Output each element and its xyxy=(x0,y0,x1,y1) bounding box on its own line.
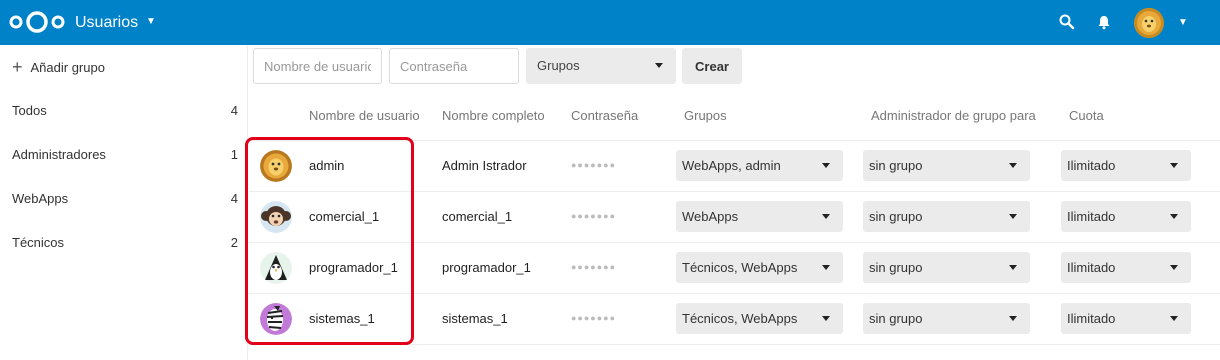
monkey-avatar-icon xyxy=(260,201,292,233)
chevron-down-icon xyxy=(1009,163,1017,168)
user-avatar xyxy=(260,303,292,335)
chevron-down-icon xyxy=(1009,214,1017,219)
sidebar-item-tecnicos[interactable]: Técnicos 2 xyxy=(0,221,248,265)
column-header-password: Contraseña xyxy=(571,108,639,123)
sidebar-item-todos[interactable]: Todos 4 xyxy=(0,89,248,133)
lion-avatar-icon xyxy=(1134,8,1164,38)
chevron-down-icon xyxy=(1170,214,1178,219)
password-cell[interactable]: ●●●●●●● xyxy=(571,313,616,323)
username-cell[interactable]: sistemas_1 xyxy=(309,311,375,326)
password-cell[interactable]: ●●●●●●● xyxy=(571,262,616,272)
groups-dropdown[interactable]: Técnicos, WebApps xyxy=(676,252,843,283)
penguin-avatar-icon xyxy=(260,252,292,284)
password-cell[interactable]: ●●●●●●● xyxy=(571,160,616,170)
group-admin-value: sin grupo xyxy=(869,158,923,173)
groups-value: Técnicos, WebApps xyxy=(682,311,798,326)
user-avatar xyxy=(260,150,292,182)
column-header-username[interactable]: Nombre de usuario xyxy=(309,108,420,123)
group-admin-value: sin grupo xyxy=(869,209,923,224)
chevron-down-icon xyxy=(822,265,830,270)
username-cell[interactable]: admin xyxy=(309,158,344,173)
quota-value: Ilimitado xyxy=(1067,158,1116,173)
sidebar-item-count: 4 xyxy=(230,191,238,206)
user-avatar[interactable] xyxy=(1134,8,1164,38)
quota-value: Ilimitado xyxy=(1067,260,1116,275)
chevron-down-icon xyxy=(1009,265,1017,270)
quota-value: Ilimitado xyxy=(1067,209,1116,224)
groups-value: WebApps xyxy=(682,209,739,224)
chevron-down-icon xyxy=(655,63,663,68)
nextcloud-logo-icon[interactable] xyxy=(8,11,66,33)
sidebar-item-administradores[interactable]: Administradores 1 xyxy=(0,133,248,177)
new-password-input[interactable] xyxy=(389,48,519,84)
table-row: comercial_1 comercial_1 ●●●●●●● WebApps … xyxy=(249,192,1220,243)
groups-sidebar: + Añadir grupo Todos 4 Administradores 1… xyxy=(0,45,248,360)
username-cell[interactable]: programador_1 xyxy=(309,260,398,275)
top-bar: Usuarios ▼ ▼ xyxy=(0,0,1220,45)
groups-dropdown[interactable]: WebApps, admin xyxy=(676,150,843,181)
sidebar-item-label: Administradores xyxy=(12,147,106,162)
chevron-down-icon xyxy=(822,214,830,219)
quota-dropdown[interactable]: Ilimitado xyxy=(1061,303,1191,334)
sidebar-item-label: Técnicos xyxy=(12,235,65,250)
fullname-cell[interactable]: programador_1 xyxy=(442,260,531,275)
quota-dropdown[interactable]: Ilimitado xyxy=(1061,150,1191,181)
plus-icon: + xyxy=(12,57,23,77)
table-row: sistemas_1 sistemas_1 ●●●●●●● Técnicos, … xyxy=(249,294,1220,345)
group-admin-value: sin grupo xyxy=(869,311,923,326)
zebra-avatar-icon xyxy=(260,303,292,335)
group-admin-dropdown[interactable]: sin grupo xyxy=(863,252,1030,283)
sidebar-item-webapps[interactable]: WebApps 4 xyxy=(0,177,248,221)
new-username-input[interactable] xyxy=(253,48,382,84)
sidebar-item-count: 1 xyxy=(230,147,238,162)
chevron-down-icon xyxy=(1170,316,1178,321)
sidebar-item-label: WebApps xyxy=(12,191,69,206)
password-cell[interactable]: ●●●●●●● xyxy=(571,211,616,221)
fullname-cell[interactable]: sistemas_1 xyxy=(442,311,508,326)
search-icon[interactable] xyxy=(1058,13,1076,31)
username-cell[interactable]: comercial_1 xyxy=(309,209,379,224)
groups-dropdown[interactable]: Técnicos, WebApps xyxy=(676,303,843,334)
fullname-cell[interactable]: comercial_1 xyxy=(442,209,512,224)
user-avatar xyxy=(260,252,292,284)
sidebar-item-label: Todos xyxy=(12,103,47,118)
lion-avatar-icon xyxy=(260,150,292,182)
new-user-groups-select[interactable]: Grupos xyxy=(526,48,676,84)
fullname-cell[interactable]: Admin Istrador xyxy=(442,158,527,173)
quota-dropdown[interactable]: Ilimitado xyxy=(1061,252,1191,283)
column-header-group-admin: Administrador de grupo para xyxy=(871,108,1036,123)
create-user-button[interactable]: Crear xyxy=(682,48,742,84)
table-row: programador_1 programador_1 ●●●●●●● Técn… xyxy=(249,243,1220,294)
chevron-down-icon xyxy=(1009,316,1017,321)
sidebar-item-count: 2 xyxy=(230,235,238,250)
groups-dropdown[interactable]: WebApps xyxy=(676,201,843,232)
chevron-down-icon xyxy=(822,163,830,168)
user-avatar xyxy=(260,201,292,233)
quota-dropdown[interactable]: Ilimitado xyxy=(1061,201,1191,232)
group-admin-value: sin grupo xyxy=(869,260,923,275)
column-header-quota: Cuota xyxy=(1069,108,1104,123)
table-row: admin Admin Istrador ●●●●●●● WebApps, ad… xyxy=(249,141,1220,192)
column-header-fullname[interactable]: Nombre completo xyxy=(442,108,545,123)
groups-value: Técnicos, WebApps xyxy=(682,260,798,275)
chevron-down-icon xyxy=(822,316,830,321)
notifications-bell-icon[interactable] xyxy=(1095,13,1113,31)
group-admin-dropdown[interactable]: sin grupo xyxy=(863,150,1030,181)
sidebar-item-count: 4 xyxy=(230,103,238,118)
group-admin-dropdown[interactable]: sin grupo xyxy=(863,303,1030,334)
chevron-down-icon xyxy=(1170,163,1178,168)
group-admin-dropdown[interactable]: sin grupo xyxy=(863,201,1030,232)
chevron-down-icon xyxy=(1170,265,1178,270)
groups-value: WebApps, admin xyxy=(682,158,781,173)
app-title[interactable]: Usuarios xyxy=(75,14,138,32)
user-menu-caret-icon[interactable]: ▼ xyxy=(1178,17,1188,28)
quota-value: Ilimitado xyxy=(1067,311,1116,326)
add-group-label: Añadir grupo xyxy=(30,59,105,75)
app-menu-caret-icon[interactable]: ▼ xyxy=(146,16,156,27)
column-header-groups: Grupos xyxy=(684,108,727,123)
add-group-button[interactable]: + Añadir grupo xyxy=(12,58,105,76)
groups-select-label: Grupos xyxy=(537,58,580,73)
